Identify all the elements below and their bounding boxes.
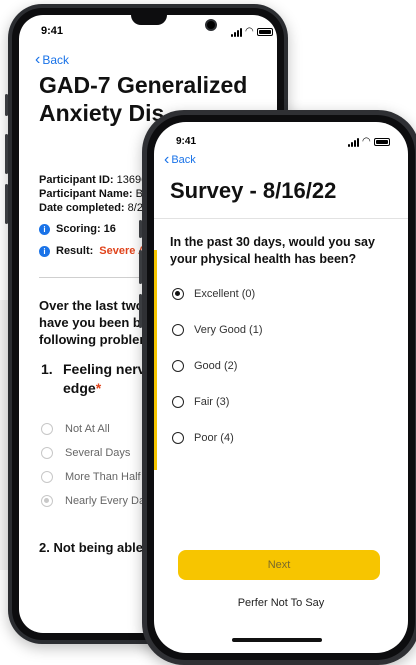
status-bar: 9:41 ◠ [154,122,408,150]
scoring-text: Scoring: 16 [56,223,116,235]
battery-icon [373,138,390,146]
option-very-good[interactable]: Very Good (1) [172,324,262,336]
scoring-row: i Scoring: 16 [39,223,116,235]
home-indicator [232,638,322,642]
radio-button[interactable] [172,432,184,444]
option-more-than-half[interactable]: More Than Half Th [41,471,156,483]
mute-switch [5,94,8,116]
front-phone: 9:41 ◠ ‹ Back Survey - 8/16/22 In the pa… [139,110,416,665]
participant-info: Participant ID: 13696 Participant Name: … [39,173,149,215]
radio-button[interactable] [172,360,184,372]
volume-down-button [139,294,142,328]
option-excellent[interactable]: Excellent (0) [172,288,255,300]
option-poor[interactable]: Poor (4) [172,432,234,444]
participant-id-label: Participant ID: [39,174,114,186]
next-button[interactable]: Next [178,550,380,580]
status-icons: ◠ [348,137,390,147]
info-icon: i [39,245,50,257]
option-good[interactable]: Good (2) [172,360,237,372]
item-text-line-2: edge [63,380,96,396]
item-number: 1. [41,361,53,377]
volume-down-button [5,184,8,224]
radio-button[interactable] [41,423,53,435]
result-label: Result: [56,245,94,257]
page-title: Survey - 8/16/22 [170,178,337,203]
result-row: i Result: Severe An [39,245,153,257]
option-label: Poor (4) [194,432,234,444]
volume-up-button [5,134,8,174]
date-value: 8/2 [127,202,143,214]
radio-button[interactable] [41,447,53,459]
signal-icon [348,137,359,147]
option-label: Very Good (1) [194,324,263,336]
option-label: Good (2) [194,360,238,372]
option-label: Several Days [65,447,131,459]
status-time: 9:41 [176,136,197,147]
option-label: Nearly Every Day [65,495,151,507]
radio-button[interactable] [172,396,184,408]
option-nearly-every-day[interactable]: Nearly Every Day [41,495,151,507]
date-label: Date completed: [39,202,125,214]
participant-name-label: Participant Name: [39,188,133,200]
prefer-not-to-say-link[interactable]: Perfer Not To Say [154,597,408,609]
chevron-left-icon: ‹ [35,51,41,68]
battery-icon [256,28,273,36]
question-item-2: 2. Not being able t [39,540,151,555]
back-button[interactable]: ‹ Back [35,51,70,68]
title-divider [154,218,408,219]
wifi-icon: ◠ [245,26,254,37]
option-several-days[interactable]: Several Days [41,447,130,459]
option-label: Fair (3) [194,396,230,408]
option-fair[interactable]: Fair (3) [172,396,229,408]
back-button[interactable]: ‹ Back [164,151,196,168]
status-icons: ◠ [231,27,273,37]
radio-button-selected[interactable] [41,495,53,507]
front-phone-screen: 9:41 ◠ ‹ Back Survey - 8/16/22 In the pa… [154,122,408,653]
volume-up-button [139,250,142,284]
option-not-at-all[interactable]: Not At All [41,423,110,435]
option-label: Not At All [65,423,110,435]
notch [131,15,167,25]
status-time: 9:41 [41,25,64,37]
question-accent-bar [154,250,157,470]
back-label: Back [42,53,70,67]
wifi-icon: ◠ [362,136,371,147]
signal-icon [231,27,242,37]
question-text: In the past 30 days, would you say your … [170,235,375,266]
option-label: Excellent (0) [194,288,256,300]
back-label: Back [171,154,196,166]
mute-switch [139,220,142,238]
info-icon: i [39,223,50,235]
radio-button-selected[interactable] [172,288,184,300]
camera-dot [205,19,217,31]
title-line-1: GAD-7 Generalized [39,72,248,98]
required-marker: * [95,380,102,396]
radio-button[interactable] [41,471,53,483]
chevron-left-icon: ‹ [164,151,170,168]
radio-button[interactable] [172,324,184,336]
